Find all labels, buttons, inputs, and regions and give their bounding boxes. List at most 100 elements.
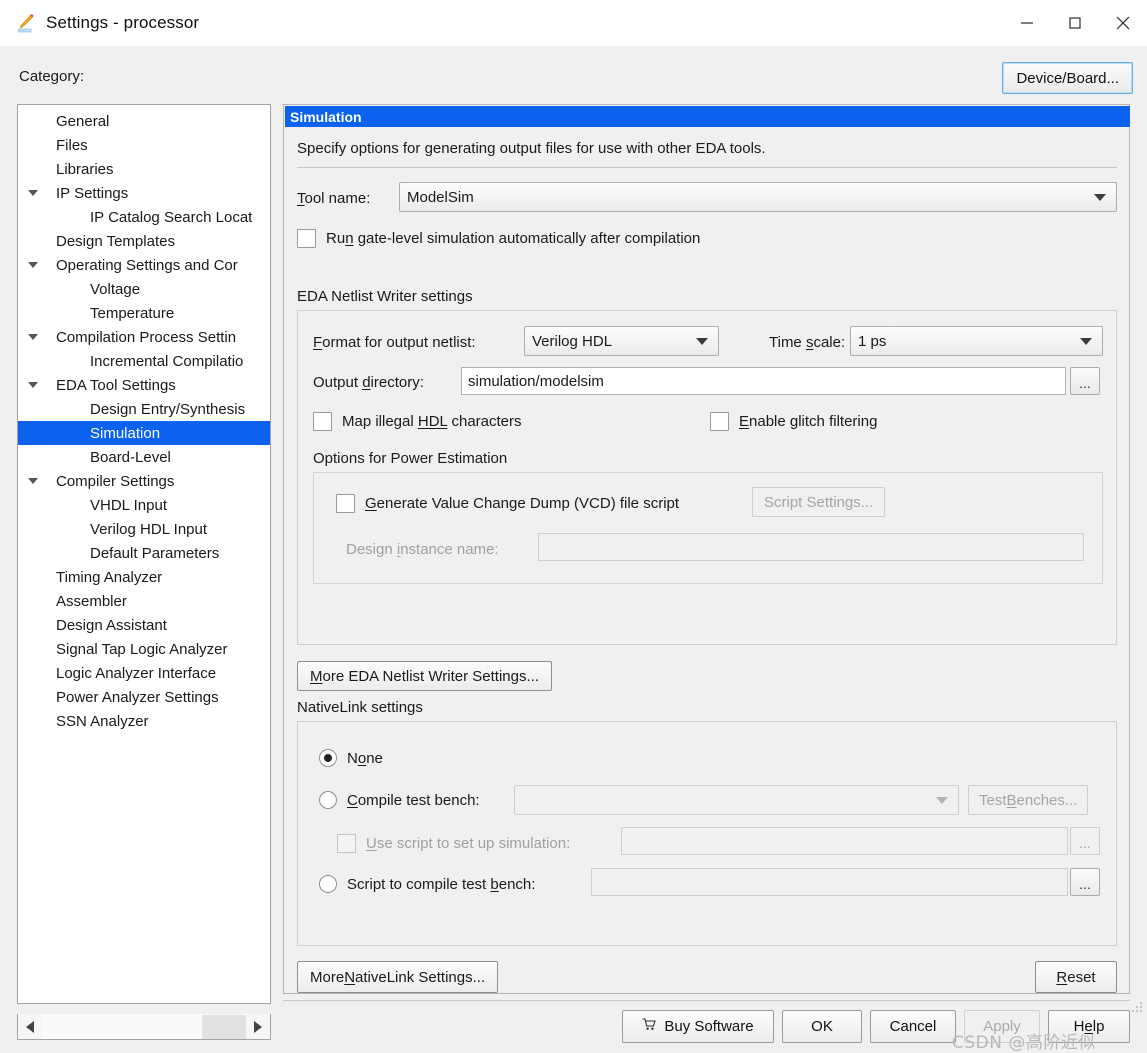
- enable-glitch-filtering-checkbox[interactable]: [710, 412, 729, 431]
- script-settings-button[interactable]: Script Settings...: [752, 487, 886, 517]
- sidebar-item-label: EDA Tool Settings: [56, 376, 176, 394]
- buy-software-button[interactable]: Buy Software: [622, 1010, 774, 1043]
- more-nativelink-settings-button[interactable]: More NativeLink Settings...: [297, 961, 499, 993]
- sidebar-item-compiler-settings[interactable]: Compiler Settings: [18, 469, 270, 493]
- sidebar-item-libraries[interactable]: Libraries: [18, 157, 270, 181]
- tree-expand-icon[interactable]: [22, 262, 44, 268]
- sidebar-item-design-entry-synthesis[interactable]: Design Entry/Synthesis: [18, 397, 270, 421]
- apply-button[interactable]: Apply: [964, 1010, 1040, 1043]
- design-instance-name-input[interactable]: [538, 533, 1084, 561]
- ok-button[interactable]: OK: [782, 1010, 862, 1043]
- more-eda-netlist-settings-button[interactable]: More EDA Netlist Writer Settings...: [297, 661, 552, 691]
- compile-test-bench-label: Compile test bench:: [347, 791, 480, 809]
- sidebar-item-design-templates[interactable]: Design Templates: [18, 229, 270, 253]
- enable-glitch-filtering-checkbox-row[interactable]: Enable glitch filtering: [710, 412, 877, 431]
- nativelink-none-radio-row[interactable]: None: [319, 749, 383, 767]
- sidebar-item-label: Board-Level: [90, 448, 171, 466]
- tree-expand-icon[interactable]: [22, 190, 44, 196]
- title-bar: Settings - processor: [0, 0, 1147, 46]
- sidebar-item-verilog-hdl-input[interactable]: Verilog HDL Input: [18, 517, 270, 541]
- sidebar-item-label: Verilog HDL Input: [90, 520, 208, 538]
- sidebar-item-label: SSN Analyzer: [56, 712, 149, 730]
- output-directory-browse-button[interactable]: ...: [1070, 367, 1100, 395]
- sidebar-item-compilation-process-settin[interactable]: Compilation Process Settin: [18, 325, 270, 349]
- nativelink-none-radio[interactable]: [319, 749, 337, 767]
- cancel-button[interactable]: Cancel: [870, 1010, 956, 1043]
- tree-expand-icon[interactable]: [22, 382, 44, 388]
- use-script-label: Use script to set up simulation:: [366, 835, 571, 852]
- sidebar-item-ip-settings[interactable]: IP Settings: [18, 181, 270, 205]
- reset-button[interactable]: Reset: [1035, 961, 1117, 993]
- sidebar-item-voltage[interactable]: Voltage: [18, 277, 270, 301]
- sidebar-item-label: Design Assistant: [56, 616, 167, 634]
- sidebar-item-label: Libraries: [56, 160, 114, 178]
- use-script-checkbox[interactable]: [337, 834, 356, 853]
- sidebar-item-label: General: [56, 112, 110, 130]
- sidebar-item-signal-tap-logic-analyzer[interactable]: Signal Tap Logic Analyzer: [18, 637, 270, 661]
- script-to-compile-radio[interactable]: [319, 875, 337, 893]
- tree-expand-icon[interactable]: [22, 478, 44, 484]
- sidebar-item-incremental-compilatio[interactable]: Incremental Compilatio: [18, 349, 270, 373]
- timescale-select[interactable]: 1 ps: [850, 326, 1103, 356]
- sidebar-item-label: Voltage: [90, 280, 141, 298]
- compile-test-bench-select[interactable]: [514, 785, 959, 815]
- compile-test-bench-radio-row[interactable]: Compile test bench:: [319, 791, 480, 809]
- sidebar-item-board-level[interactable]: Board-Level: [18, 445, 270, 469]
- map-illegal-hdl-checkbox[interactable]: [313, 412, 332, 431]
- use-script-input[interactable]: [621, 827, 1068, 855]
- sidebar-item-logic-analyzer-interface[interactable]: Logic Analyzer Interface: [18, 661, 270, 685]
- chevron-down-icon: [936, 797, 948, 804]
- generate-vcd-checkbox[interactable]: [336, 494, 355, 513]
- maximize-icon[interactable]: [1051, 0, 1099, 46]
- sidebar-item-ip-catalog-search-locat[interactable]: IP Catalog Search Locat: [18, 205, 270, 229]
- format-label: Format for output netlist:: [313, 334, 476, 351]
- run-gate-level-checkbox-row[interactable]: Run gate-level simulation automatically …: [297, 229, 700, 248]
- map-illegal-hdl-checkbox-row[interactable]: Map illegal HDL characters: [313, 412, 522, 431]
- nativelink-group-title: NativeLink settings: [297, 699, 423, 716]
- eda-netlist-group: Format for output netlist: Verilog HDL T…: [297, 310, 1117, 645]
- sidebar-item-label: Power Analyzer Settings: [56, 688, 219, 706]
- window-title: Settings - processor: [46, 13, 200, 32]
- sidebar-item-simulation[interactable]: Simulation: [18, 421, 270, 445]
- sidebar-item-label: Design Templates: [56, 232, 175, 250]
- category-label: Category:: [19, 68, 85, 85]
- script-to-compile-browse-button[interactable]: ...: [1070, 868, 1100, 896]
- help-button[interactable]: He lp: [1048, 1010, 1130, 1043]
- sidebar-item-general[interactable]: General: [18, 109, 270, 133]
- format-select[interactable]: Verilog HDL: [524, 326, 719, 356]
- timescale-label: Time scale:: [769, 334, 846, 351]
- sidebar-item-timing-analyzer[interactable]: Timing Analyzer: [18, 565, 270, 589]
- resize-grip[interactable]: [1131, 1001, 1143, 1013]
- sidebar-item-label: Compiler Settings: [56, 472, 175, 490]
- sidebar-item-default-parameters[interactable]: Default Parameters: [18, 541, 270, 565]
- sidebar-item-assembler[interactable]: Assembler: [18, 589, 270, 613]
- tool-name-select[interactable]: ModelSim: [399, 182, 1117, 212]
- tree-expand-icon[interactable]: [22, 334, 44, 340]
- output-directory-input[interactable]: simulation/modelsim: [461, 367, 1066, 395]
- sidebar-item-power-analyzer-settings[interactable]: Power Analyzer Settings: [18, 685, 270, 709]
- sidebar-item-label: Signal Tap Logic Analyzer: [56, 640, 228, 658]
- compile-test-bench-radio[interactable]: [319, 791, 337, 809]
- device-board-button[interactable]: Device/Board...: [1002, 62, 1133, 94]
- sidebar-item-ssn-analyzer[interactable]: SSN Analyzer: [18, 709, 270, 733]
- sidebar-item-label: Compilation Process Settin: [56, 328, 237, 346]
- sidebar-item-vhdl-input[interactable]: VHDL Input: [18, 493, 270, 517]
- run-gate-level-checkbox[interactable]: [297, 229, 316, 248]
- sidebar-item-operating-settings-and-cor[interactable]: Operating Settings and Cor: [18, 253, 270, 277]
- sidebar-item-label: Simulation: [90, 424, 161, 442]
- sidebar-item-label: Assembler: [56, 592, 127, 610]
- use-script-checkbox-row[interactable]: Use script to set up simulation:: [337, 834, 570, 853]
- script-to-compile-radio-row[interactable]: Script to compile test bench:: [319, 875, 535, 893]
- output-directory-value: simulation/modelsim: [468, 372, 604, 390]
- minimize-icon[interactable]: [1003, 0, 1051, 46]
- sidebar-item-files[interactable]: Files: [18, 133, 270, 157]
- script-to-compile-input[interactable]: [591, 868, 1068, 896]
- generate-vcd-checkbox-row[interactable]: Generate Value Change Dump (VCD) file sc…: [336, 494, 679, 513]
- category-tree[interactable]: General Files Libraries IP Settings IP Catal…: [17, 104, 271, 1004]
- sidebar-item-eda-tool-settings[interactable]: EDA Tool Settings: [18, 373, 270, 397]
- test-benches-button[interactable]: Test Benches...: [968, 785, 1089, 815]
- use-script-browse-button[interactable]: ...: [1070, 827, 1100, 855]
- sidebar-item-temperature[interactable]: Temperature: [18, 301, 270, 325]
- sidebar-item-design-assistant[interactable]: Design Assistant: [18, 613, 270, 637]
- close-icon[interactable]: [1099, 0, 1147, 46]
